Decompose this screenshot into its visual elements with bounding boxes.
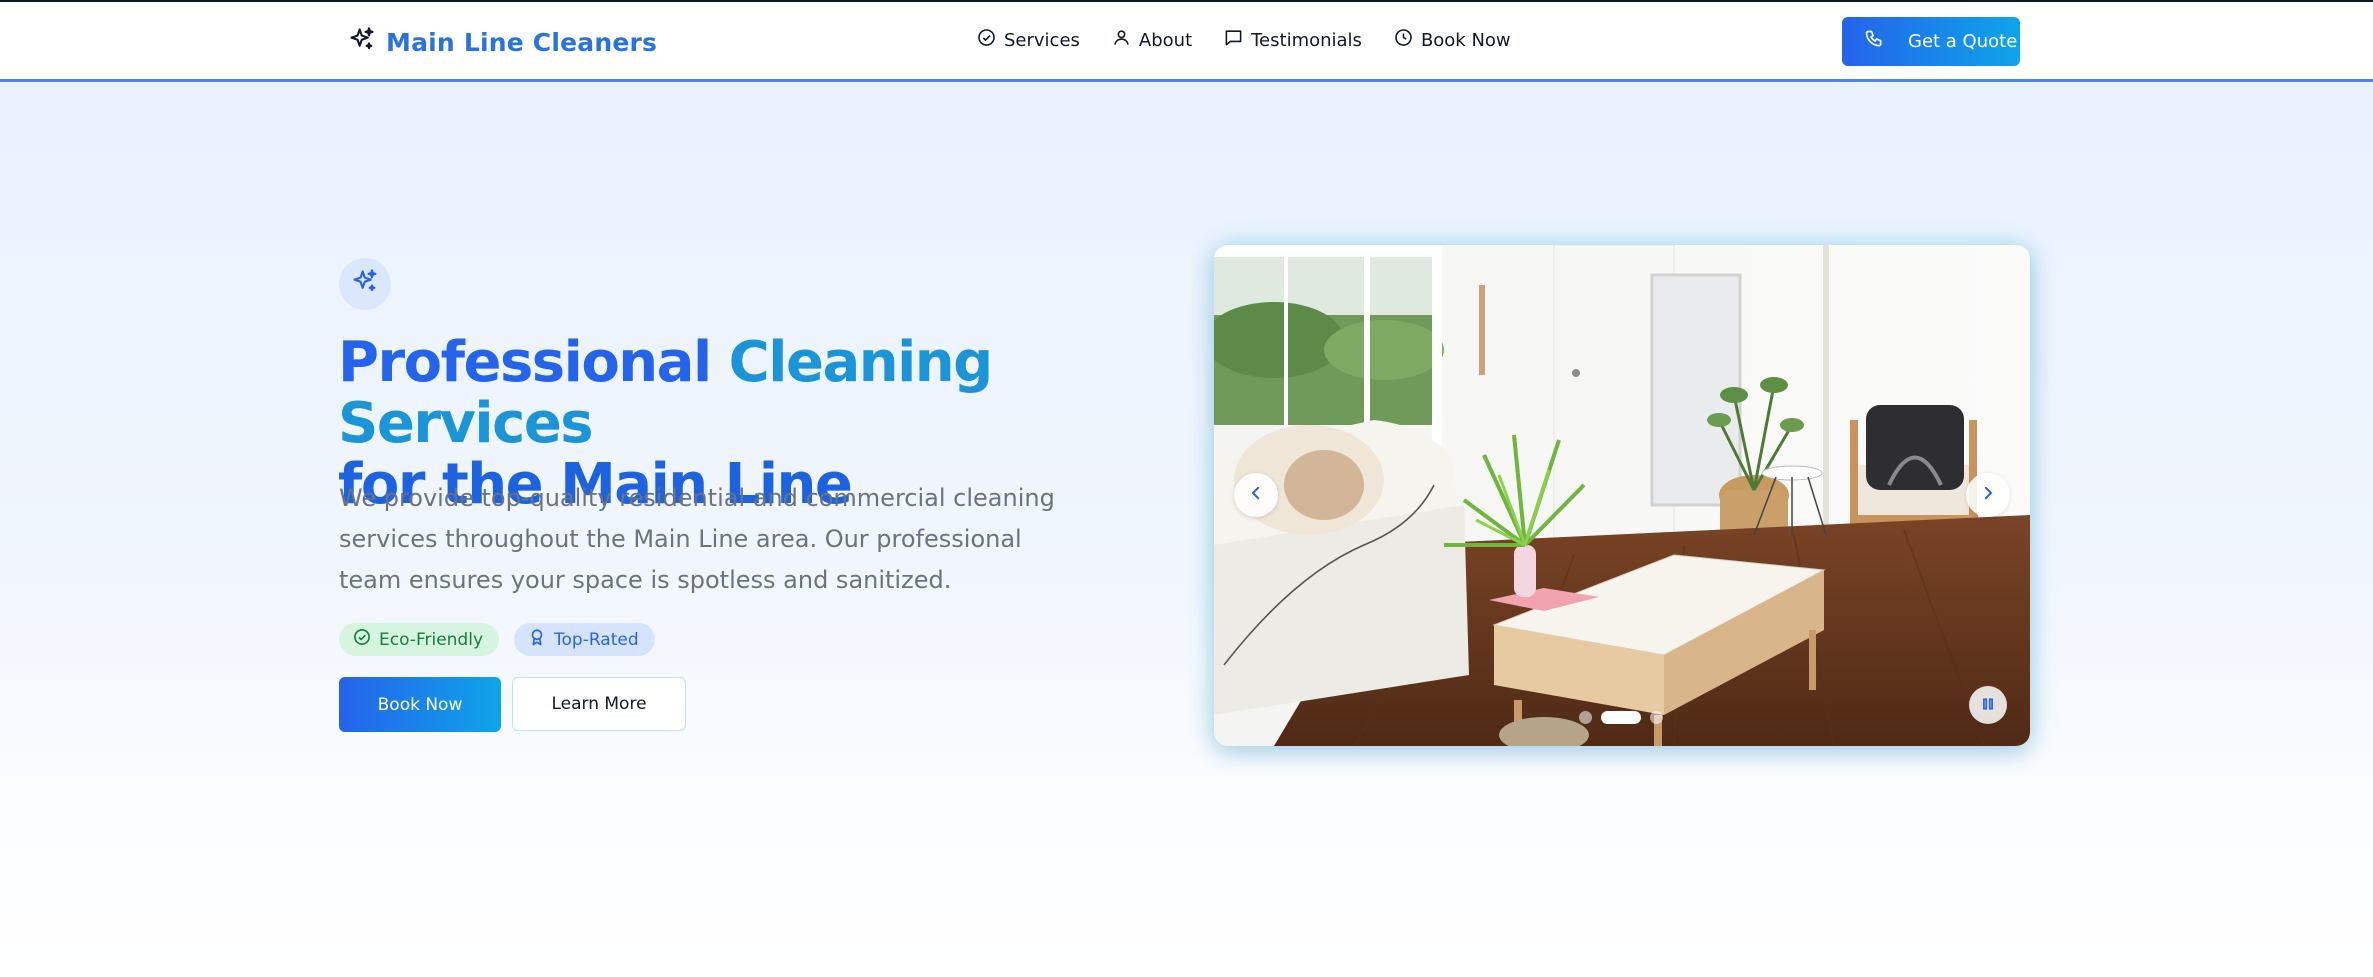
- nav-about[interactable]: About: [1112, 28, 1192, 52]
- pause-icon: [1981, 696, 1995, 715]
- learn-more-button[interactable]: Learn More: [512, 677, 686, 731]
- get-quote-button[interactable]: Get a Quote: [1842, 17, 2020, 66]
- hero-badges: Eco-Friendly Top-Rated: [339, 623, 655, 656]
- award-icon: [528, 628, 546, 651]
- sparkles-icon: [351, 268, 379, 300]
- nav-testimonials[interactable]: Testimonials: [1224, 28, 1362, 52]
- nav-book-now-label: Book Now: [1420, 29, 1511, 51]
- sparkles-icon: [348, 26, 376, 58]
- nav-services[interactable]: Services: [977, 28, 1080, 52]
- carousel-dot-3[interactable]: [1650, 711, 1663, 724]
- get-quote-label: Get a Quote: [1908, 31, 2018, 52]
- nav-services-label: Services: [1004, 29, 1080, 51]
- carousel-slide-image: [1214, 245, 2030, 746]
- eco-friendly-badge: Eco-Friendly: [339, 623, 500, 656]
- top-rated-label: Top-Rated: [554, 629, 639, 650]
- phone-icon: [1864, 29, 1884, 54]
- chevron-right-icon: [1979, 484, 1997, 506]
- logo[interactable]: Main Line Cleaners: [348, 26, 657, 58]
- hero-title-part1: Professional: [338, 330, 712, 395]
- nav-book-now[interactable]: Book Now: [1394, 28, 1511, 52]
- hero-icon-badge: [339, 258, 391, 310]
- nav-testimonials-label: Testimonials: [1251, 29, 1362, 51]
- site-header: Main Line Cleaners Services About Testim…: [0, 2, 2373, 82]
- image-carousel: [1214, 245, 2030, 746]
- hero-description: We provide top-quality residential and c…: [339, 484, 1055, 594]
- carousel-prev-button[interactable]: [1234, 473, 1278, 517]
- carousel-next-button[interactable]: [1966, 473, 2010, 517]
- book-now-button[interactable]: Book Now: [339, 677, 501, 732]
- user-icon: [1112, 28, 1131, 52]
- eco-friendly-label: Eco-Friendly: [379, 629, 484, 650]
- nav-about-label: About: [1138, 29, 1193, 51]
- carousel-indicators: [1579, 711, 1663, 724]
- logo-text: Main Line Cleaners: [386, 27, 658, 57]
- hero-buttons: Book Now Learn More: [339, 677, 686, 732]
- carousel-pause-button[interactable]: [1969, 686, 2007, 724]
- check-circle-icon: [353, 628, 371, 651]
- carousel-dot-2[interactable]: [1601, 711, 1641, 724]
- top-rated-badge: Top-Rated: [514, 623, 655, 656]
- message-square-icon: [1224, 28, 1243, 52]
- chevron-left-icon: [1247, 484, 1265, 506]
- carousel-dot-1[interactable]: [1579, 711, 1592, 724]
- clock-icon: [1394, 28, 1413, 52]
- check-circle-icon: [977, 28, 996, 52]
- main-nav: Services About Testimonials Book Now: [977, 28, 1511, 52]
